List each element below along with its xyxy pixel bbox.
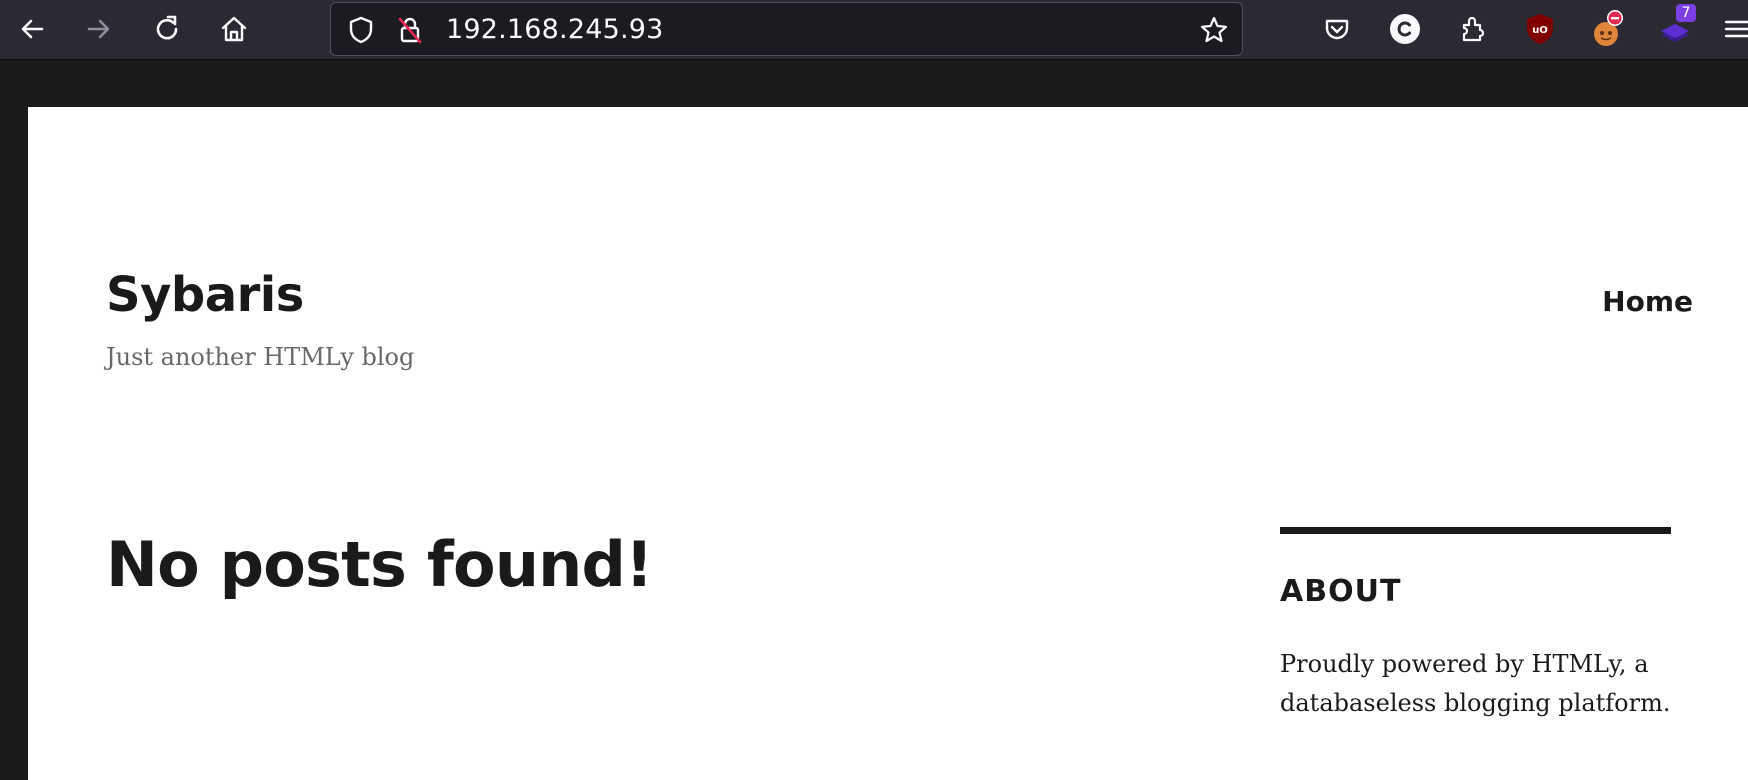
connection-insecure-button[interactable] bbox=[394, 14, 426, 50]
extension-c-button[interactable] bbox=[1386, 10, 1424, 48]
browser-toolbar: 192.168.245.93 uO 7 bbox=[0, 0, 1748, 60]
extension-layers-button[interactable]: 7 bbox=[1656, 4, 1696, 48]
app-menu-button[interactable] bbox=[1722, 10, 1748, 48]
about-widget: ABOUT Proudly powered by HTMLy, a databa… bbox=[1280, 527, 1671, 723]
ublock-origin-button[interactable]: uO bbox=[1521, 10, 1559, 48]
bookmark-star-button[interactable] bbox=[1198, 14, 1230, 50]
arrow-right-icon bbox=[87, 19, 110, 39]
site-title[interactable]: Sybaris bbox=[106, 267, 304, 323]
tracking-protection-button[interactable] bbox=[345, 14, 377, 50]
pocket-icon bbox=[1325, 19, 1349, 40]
shield-icon bbox=[349, 16, 373, 44]
nav-home-link[interactable]: Home bbox=[1602, 284, 1693, 320]
site-description: Just another HTMLy blog bbox=[106, 343, 415, 371]
extension-face-icon bbox=[1594, 10, 1623, 46]
arrow-left-icon bbox=[21, 19, 44, 39]
url-text[interactable]: 192.168.245.93 bbox=[446, 3, 664, 57]
extension-count-badge: 7 bbox=[1676, 4, 1696, 22]
home-button[interactable] bbox=[215, 10, 253, 48]
hamburger-menu-icon bbox=[1724, 20, 1748, 38]
reload-button[interactable] bbox=[148, 10, 186, 48]
star-icon bbox=[1200, 16, 1228, 43]
puzzle-icon bbox=[1462, 16, 1485, 42]
url-bar[interactable]: 192.168.245.93 bbox=[330, 2, 1243, 56]
about-widget-text: Proudly powered by HTMLy, a databaseless… bbox=[1280, 650, 1671, 717]
no-posts-heading: No posts found! bbox=[106, 528, 653, 601]
extensions-button[interactable] bbox=[1454, 10, 1492, 48]
about-widget-title: ABOUT bbox=[1280, 574, 1402, 609]
lock-strikethrough-icon bbox=[398, 17, 422, 44]
extension-blocked-button[interactable] bbox=[1589, 10, 1627, 48]
back-button[interactable] bbox=[13, 10, 51, 48]
copyright-circle-icon bbox=[1390, 14, 1420, 44]
home-icon bbox=[221, 16, 247, 42]
reload-icon bbox=[156, 15, 178, 40]
page-body: Sybaris Just another HTMLy blog Home No … bbox=[28, 107, 1748, 780]
ublock-shield-icon: uO bbox=[1527, 14, 1553, 44]
pocket-button[interactable] bbox=[1318, 10, 1356, 48]
forward-button[interactable] bbox=[80, 10, 118, 48]
svg-text:uO: uO bbox=[1532, 25, 1548, 36]
